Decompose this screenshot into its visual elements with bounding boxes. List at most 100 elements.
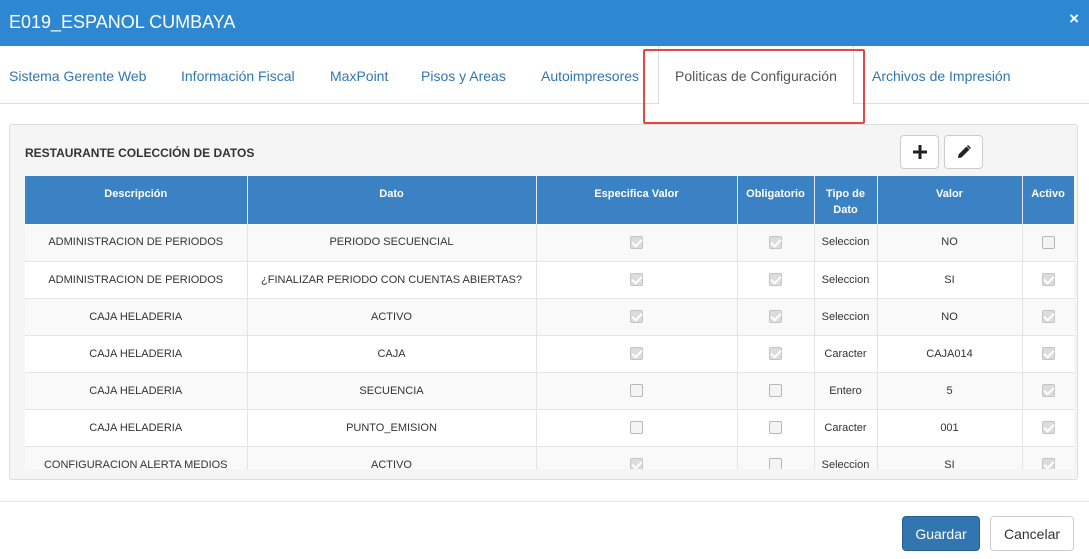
- table-row[interactable]: ADMINISTRACION DE PERIODOS PERIODO SECUEN…: [25, 224, 1074, 262]
- checkbox-activo[interactable]: [1041, 273, 1055, 286]
- tab-maxpoint[interactable]: MaxPoint: [330, 68, 388, 84]
- table-row[interactable]: CAJA HELADERIA ACTIVO Seleccion NO: [25, 298, 1074, 336]
- table-row[interactable]: ADMINISTRACION DE PERIODOS ¿FINALIZAR PER…: [25, 261, 1074, 299]
- close-icon[interactable]: ×: [1069, 9, 1079, 29]
- cell-tipo-de-dato: Seleccion: [814, 261, 878, 299]
- data-collection-panel: RESTAURANTE COLECCIÓN DE DATOS Descripci…: [9, 124, 1078, 480]
- data-table-container[interactable]: Descripción Dato Especifica Valor Obliga…: [25, 176, 1074, 469]
- checkbox-activo-cell: [1022, 298, 1074, 336]
- checkbox-activo[interactable]: [1041, 310, 1055, 323]
- table-row[interactable]: CAJA HELADERIA CAJA Caracter CAJA014: [25, 335, 1074, 373]
- panel-title: RESTAURANTE COLECCIÓN DE DATOS: [25, 146, 255, 160]
- checkbox-obligatorio[interactable]: [769, 458, 782, 469]
- cell-dato: CAJA: [247, 335, 537, 373]
- tab-bar: Sistema Gerente Web Información Fiscal M…: [0, 46, 1089, 104]
- checkbox-obligatorio-cell: [737, 409, 815, 447]
- column-header-tipo-de-dato[interactable]: Tipo de Dato: [814, 176, 878, 224]
- data-table: Descripción Dato Especifica Valor Obliga…: [25, 176, 1074, 469]
- cell-dato: PUNTO_EMISION: [247, 409, 537, 447]
- cell-descripcion: CAJA HELADERIA: [25, 372, 248, 410]
- tab-informacion-fiscal[interactable]: Información Fiscal: [181, 68, 295, 84]
- table-row[interactable]: CAJA HELADERIA PUNTO_EMISION Caracter 001: [25, 409, 1074, 447]
- checkbox-obligatorio[interactable]: [769, 421, 782, 434]
- column-header-obligatorio[interactable]: Obligatorio: [737, 176, 815, 224]
- cell-descripcion: CONFIGURACION ALERTA MEDIOS: [25, 446, 248, 469]
- cell-descripcion: ADMINISTRACION DE PERIODOS: [25, 261, 248, 299]
- checkbox-activo-cell: [1022, 372, 1074, 410]
- checkbox-especifica-valor[interactable]: [630, 347, 643, 360]
- checkbox-especifica-valor[interactable]: [630, 273, 643, 286]
- column-header-dato[interactable]: Dato: [247, 176, 537, 224]
- checkbox-obligatorio-cell: [737, 298, 815, 336]
- tab-sistema-gerente-web[interactable]: Sistema Gerente Web: [9, 68, 146, 84]
- table-row[interactable]: CONFIGURACION ALERTA MEDIOS ACTIVO Selecci…: [25, 446, 1074, 469]
- checkbox-obligatorio[interactable]: [769, 273, 782, 286]
- column-header-especifica-valor[interactable]: Especifica Valor: [536, 176, 738, 224]
- checkbox-especifica-valor-cell: [536, 372, 738, 410]
- checkbox-activo-cell: [1022, 409, 1074, 447]
- checkbox-activo-cell: [1022, 224, 1074, 262]
- checkbox-activo-cell: [1022, 261, 1074, 299]
- column-header-descripcion[interactable]: Descripción: [25, 176, 248, 224]
- cell-tipo-de-dato: Caracter: [814, 409, 878, 447]
- cell-valor: 5: [877, 372, 1023, 410]
- checkbox-obligatorio[interactable]: [769, 384, 782, 397]
- cell-descripcion: CAJA HELADERIA: [25, 409, 248, 447]
- column-header-activo[interactable]: Activo: [1022, 176, 1074, 224]
- checkbox-especifica-valor[interactable]: [630, 458, 643, 469]
- cell-dato: PERIODO SECUENCIAL: [247, 224, 537, 262]
- checkbox-activo-cell: [1022, 446, 1074, 469]
- config-modal: E019_ESPANOL CUMBAYA × Sistema Gerente W…: [0, 0, 1089, 559]
- cell-valor: CAJA014: [877, 335, 1023, 373]
- cell-dato: ACTIVO: [247, 446, 537, 469]
- save-button[interactable]: Guardar: [902, 516, 980, 551]
- cell-descripcion: ADMINISTRACION DE PERIODOS: [25, 224, 248, 262]
- checkbox-obligatorio[interactable]: [769, 310, 782, 323]
- checkbox-activo[interactable]: [1041, 347, 1055, 360]
- checkbox-especifica-valor-cell: [536, 224, 738, 262]
- checkbox-especifica-valor[interactable]: [630, 235, 643, 249]
- cell-tipo-de-dato: Entero: [814, 372, 878, 410]
- cell-tipo-de-dato: Seleccion: [814, 298, 878, 336]
- modal-title: E019_ESPANOL CUMBAYA: [9, 12, 236, 32]
- pencil-icon: [957, 145, 971, 158]
- checkbox-obligatorio-cell: [737, 261, 815, 299]
- add-button[interactable]: [900, 135, 939, 169]
- cell-tipo-de-dato: Seleccion: [814, 224, 878, 262]
- checkbox-especifica-valor-cell: [536, 298, 738, 336]
- table-header-row: Descripción Dato Especifica Valor Obliga…: [25, 176, 1074, 224]
- cell-valor: NO: [877, 224, 1023, 262]
- checkbox-activo[interactable]: [1041, 235, 1055, 249]
- checkbox-especifica-valor-cell: [536, 261, 738, 299]
- table-row[interactable]: CAJA HELADERIA SECUENCIA Entero 5: [25, 372, 1074, 410]
- checkbox-especifica-valor-cell: [536, 335, 738, 373]
- cancel-button[interactable]: Cancelar: [990, 516, 1074, 551]
- checkbox-obligatorio[interactable]: [769, 235, 782, 249]
- checkbox-especifica-valor-cell: [536, 409, 738, 447]
- cell-descripcion: CAJA HELADERIA: [25, 335, 248, 373]
- checkbox-activo[interactable]: [1041, 458, 1055, 469]
- checkbox-obligatorio[interactable]: [769, 347, 782, 360]
- checkbox-obligatorio-cell: [737, 446, 815, 469]
- cell-descripcion: CAJA HELADERIA: [25, 298, 248, 336]
- cell-dato: ACTIVO: [247, 298, 537, 336]
- cell-valor: SI: [877, 446, 1023, 469]
- checkbox-especifica-valor[interactable]: [630, 310, 643, 323]
- checkbox-activo[interactable]: [1041, 421, 1055, 434]
- checkbox-especifica-valor[interactable]: [630, 384, 643, 397]
- checkbox-activo[interactable]: [1041, 384, 1055, 397]
- checkbox-obligatorio-cell: [737, 372, 815, 410]
- cell-valor: 001: [877, 409, 1023, 447]
- cell-valor: SI: [877, 261, 1023, 299]
- active-tab-highlight: [643, 49, 865, 124]
- cell-dato: ¿FINALIZAR PERIODO CON CUENTAS ABIERTAS?: [247, 261, 537, 299]
- edit-button[interactable]: [944, 135, 983, 169]
- tab-autoimpresores[interactable]: Autoimpresores: [541, 68, 639, 84]
- tab-pisos-y-areas[interactable]: Pisos y Areas: [421, 68, 506, 84]
- plus-icon: [912, 145, 927, 159]
- checkbox-especifica-valor[interactable]: [630, 421, 643, 434]
- cell-dato: SECUENCIA: [247, 372, 537, 410]
- tab-archivos-de-impresion[interactable]: Archivos de Impresión: [872, 68, 1011, 84]
- modal-header: E019_ESPANOL CUMBAYA ×: [0, 0, 1089, 46]
- column-header-valor[interactable]: Valor: [877, 176, 1023, 224]
